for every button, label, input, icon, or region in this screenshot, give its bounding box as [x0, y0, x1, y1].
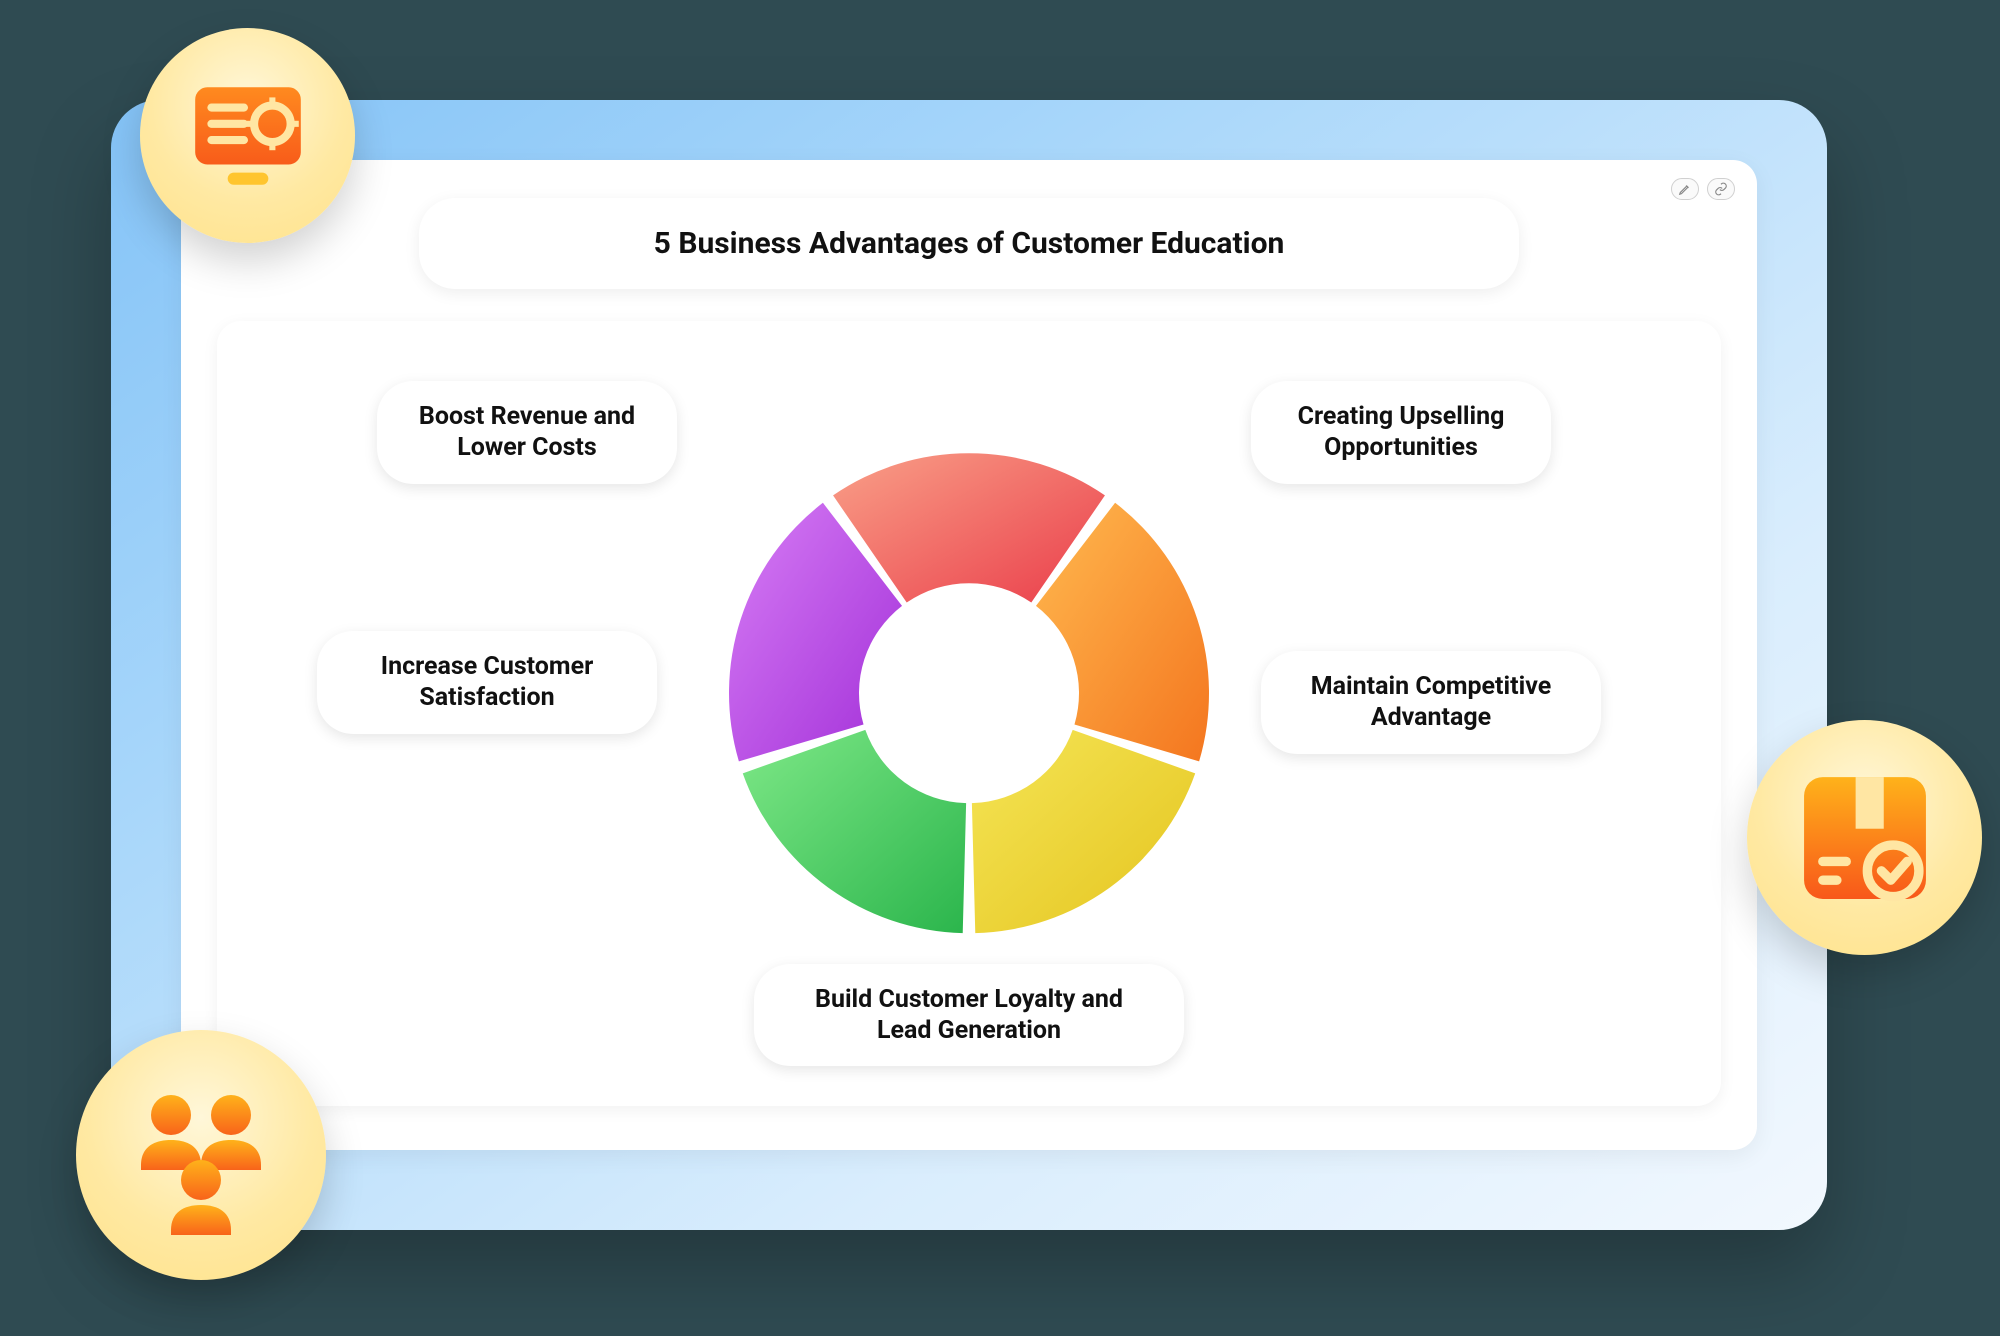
label-boost-revenue: Boost Revenue and Lower Costs: [377, 381, 677, 484]
page-title: 5 Business Advantages of Customer Educat…: [419, 198, 1519, 289]
link-icon: [1714, 182, 1728, 196]
package-check-icon: [1790, 763, 1940, 913]
card-frame: 5 Business Advantages of Customer Educat…: [111, 100, 1827, 1230]
donut-slice: [743, 729, 966, 932]
badge-bottom-left: [76, 1030, 326, 1280]
donut-chart: [709, 433, 1229, 953]
label-loyalty: Build Customer Loyalty and Lead Generati…: [754, 964, 1184, 1067]
link-button[interactable]: [1707, 178, 1735, 200]
label-satisfaction: Increase Customer Satisfaction: [317, 631, 657, 734]
people-group-icon: [121, 1075, 281, 1235]
badge-top-left: [140, 28, 355, 243]
computer-settings-icon: [183, 71, 313, 201]
badge-right: [1747, 720, 1982, 955]
app-window: 5 Business Advantages of Customer Educat…: [181, 160, 1757, 1150]
donut-slice: [972, 729, 1195, 932]
pencil-icon: [1678, 182, 1692, 196]
label-competitive: Maintain Competitive Advantage: [1261, 651, 1601, 754]
diagram-panel: Boost Revenue and Lower Costs Creating U…: [217, 321, 1721, 1106]
window-controls: [1671, 178, 1735, 200]
edit-button[interactable]: [1671, 178, 1699, 200]
label-upselling: Creating Upselling Opportunities: [1251, 381, 1551, 484]
